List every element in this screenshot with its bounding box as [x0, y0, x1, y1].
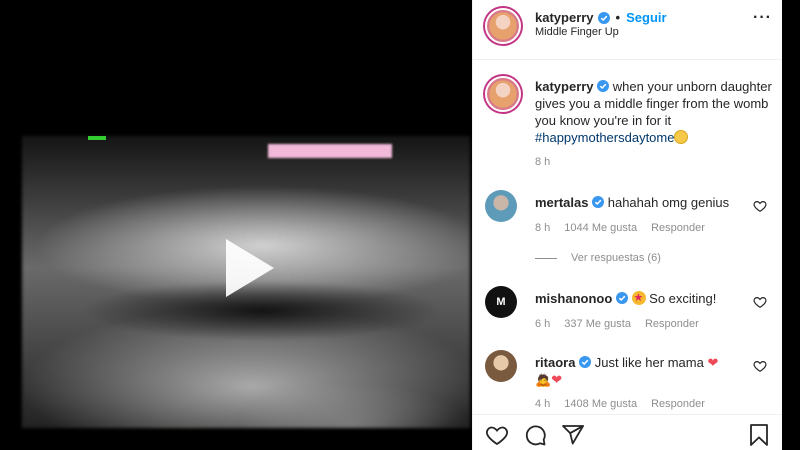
comment-icon: [525, 425, 546, 446]
header-user-row: katyperry • Seguir: [535, 10, 667, 25]
play-icon: [226, 239, 274, 297]
caption-username[interactable]: katyperry: [535, 79, 594, 94]
like-comment-heart-icon[interactable]: [753, 359, 767, 373]
comment-meta: 4 h 1408 Me gusta Responder: [535, 398, 705, 410]
verified-badge-icon: [597, 11, 610, 24]
flushed-face-emoji: [674, 130, 689, 144]
comment-text: mishanonoo So exciting!: [535, 290, 745, 307]
verified-badge-icon: [615, 292, 628, 304]
caption-timestamp[interactable]: 8 h: [535, 156, 550, 168]
bow-emoji: 🙇: [535, 372, 552, 387]
overlay-edge: [782, 0, 800, 450]
like-comment-heart-icon[interactable]: [753, 295, 767, 309]
share-button[interactable]: [561, 423, 585, 447]
comment-time[interactable]: 4 h: [535, 398, 550, 410]
replies-divider: [535, 257, 557, 259]
save-button[interactable]: [747, 423, 771, 447]
verified-badge-icon: [592, 196, 605, 208]
play-button[interactable]: [212, 233, 282, 303]
avatar[interactable]: [485, 8, 521, 44]
comment-text: mertalas hahahah omg genius: [535, 194, 745, 211]
view-replies-label: Ver respuestas (6): [571, 252, 661, 264]
separator-dot: •: [615, 10, 621, 25]
heart-icon: [486, 426, 508, 446]
star-struck-emoji: [631, 290, 646, 307]
heart-emoji: ❤: [551, 372, 563, 387]
comment-body: So exciting!: [649, 291, 717, 306]
comment-body: Just like her mama: [594, 355, 704, 370]
recording-indicator: [88, 136, 106, 140]
header-username[interactable]: katyperry: [535, 10, 594, 25]
verified-badge-icon: [597, 80, 610, 92]
audio-title[interactable]: Middle Finger Up: [535, 26, 619, 38]
share-icon: [562, 425, 584, 445]
post-media: [0, 0, 472, 450]
comment-time[interactable]: 6 h: [535, 318, 550, 330]
like-button[interactable]: [485, 423, 509, 447]
avatar[interactable]: [485, 350, 517, 382]
hashtag-link[interactable]: #happymothersdaytome: [535, 130, 674, 145]
comment-username[interactable]: ritaora: [535, 355, 575, 370]
comment-body: hahahah omg genius: [607, 195, 730, 210]
caption-text: katyperry when your unborn daughter give…: [535, 78, 775, 146]
censored-label: [268, 144, 392, 158]
avatar[interactable]: [485, 76, 521, 112]
comment-meta: 6 h 337 Me gusta Responder: [535, 318, 699, 330]
reply-button[interactable]: Responder: [645, 318, 699, 330]
verified-badge-icon: [579, 356, 592, 368]
heart-emoji: ❤: [707, 355, 719, 370]
follow-button[interactable]: Seguir: [626, 10, 666, 25]
reply-button[interactable]: Responder: [651, 398, 705, 410]
post-header: katyperry • Seguir Middle Finger Up ···: [473, 0, 783, 60]
bookmark-icon: [750, 424, 768, 446]
comment-button[interactable]: [523, 423, 547, 447]
comment-likes[interactable]: 1044 Me gusta: [564, 222, 637, 234]
post-side-panel: katyperry • Seguir Middle Finger Up ··· …: [472, 0, 783, 450]
more-options-button[interactable]: ···: [753, 10, 773, 26]
comment-likes[interactable]: 1408 Me gusta: [564, 398, 637, 410]
reply-button[interactable]: Responder: [651, 222, 705, 234]
avatar-monogram: M: [496, 296, 506, 308]
comment-username[interactable]: mertalas: [535, 195, 588, 210]
like-comment-heart-icon[interactable]: [753, 199, 767, 213]
comment-meta: 8 h 1044 Me gusta Responder: [535, 222, 705, 234]
avatar[interactable]: M: [485, 286, 517, 318]
view-replies-button[interactable]: Ver respuestas (6): [535, 252, 661, 264]
comment-likes[interactable]: 337 Me gusta: [564, 318, 631, 330]
comment-username[interactable]: mishanonoo: [535, 291, 612, 306]
avatar[interactable]: [485, 190, 517, 222]
comment-time[interactable]: 8 h: [535, 222, 550, 234]
comment-text: ritaora Just like her mama ❤ 🙇❤: [535, 354, 745, 388]
action-bar: [473, 414, 783, 450]
